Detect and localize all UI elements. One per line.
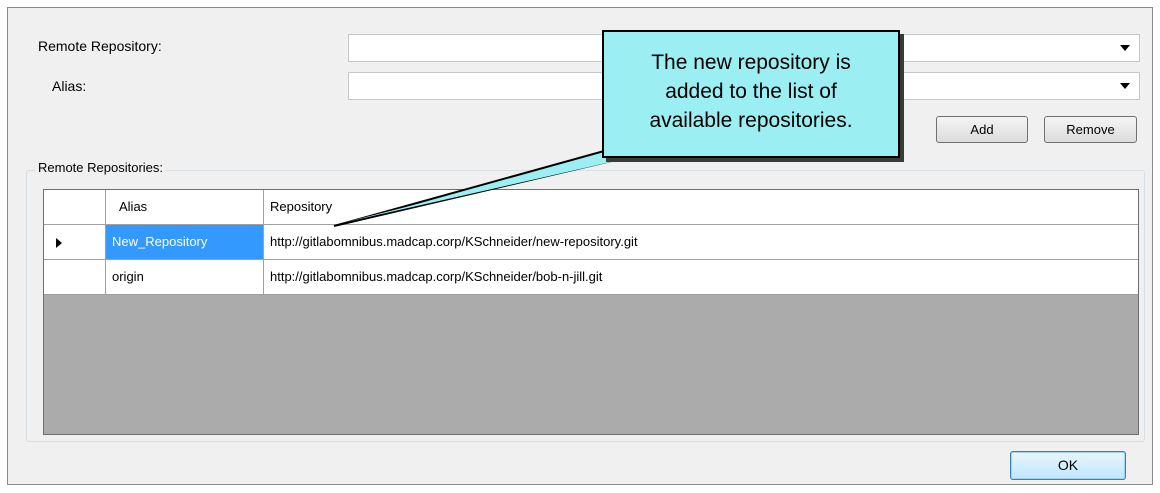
add-button[interactable]: Add xyxy=(936,116,1028,143)
annotation-callout: The new repository is added to the list … xyxy=(602,30,900,158)
grid-header-row: Alias Repository xyxy=(44,190,1138,225)
column-header-alias[interactable]: Alias xyxy=(106,190,264,225)
remote-repository-label: Remote Repository: xyxy=(38,38,162,54)
table-row[interactable]: origin http://gitlabomnibus.madcap.corp/… xyxy=(44,260,1138,295)
remove-button[interactable]: Remove xyxy=(1044,116,1137,143)
row-header-corner xyxy=(44,190,106,225)
table-row[interactable]: New_Repository http://gitlabomnibus.madc… xyxy=(44,225,1138,260)
row-header[interactable] xyxy=(44,225,106,260)
remote-repositories-group-title: Remote Repositories: xyxy=(35,160,166,175)
row-pointer-icon xyxy=(56,238,62,248)
cell-repository[interactable]: http://gitlabomnibus.madcap.corp/KSchnei… xyxy=(264,260,1138,295)
callout-text-line: The new repository is xyxy=(651,51,851,74)
chevron-down-icon[interactable] xyxy=(1120,83,1130,89)
alias-label: Alias: xyxy=(52,78,87,94)
remote-repositories-dialog: Remote Repository: Alias: Add Remove Rem… xyxy=(7,7,1153,485)
cell-alias[interactable]: New_Repository xyxy=(106,225,264,260)
ok-button[interactable]: OK xyxy=(1010,451,1126,480)
column-header-repository[interactable]: Repository xyxy=(264,190,1138,225)
callout-text-line: added to the list of xyxy=(665,80,837,103)
row-header[interactable] xyxy=(44,260,106,295)
repositories-grid[interactable]: Alias Repository New_Repository http://g… xyxy=(43,189,1139,435)
chevron-down-icon[interactable] xyxy=(1120,45,1130,51)
cell-repository[interactable]: http://gitlabomnibus.madcap.corp/KSchnei… xyxy=(264,225,1138,260)
callout-text-line: available repositories. xyxy=(649,109,853,132)
cell-alias[interactable]: origin xyxy=(106,260,264,295)
